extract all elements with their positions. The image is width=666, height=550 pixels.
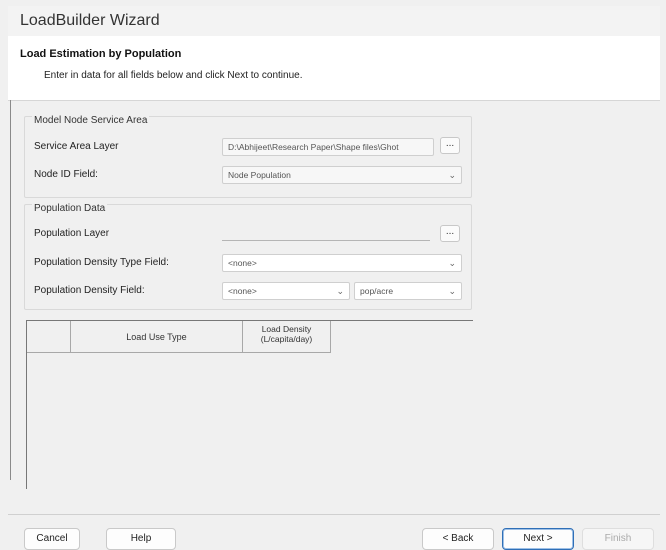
density-type-value: <none> [228, 258, 257, 268]
chevron-down-icon: ⌄ [448, 258, 456, 268]
node-id-field-value: Node Population [228, 170, 291, 180]
left-border [10, 100, 11, 480]
density-unit-value: pop/acre [360, 286, 394, 296]
density-unit-select[interactable]: pop/acre ⌄ [354, 282, 462, 300]
step-title: Load Estimation by Population [20, 48, 182, 60]
density-field-label: Population Density Field: [34, 285, 145, 296]
service-area-group [24, 116, 472, 198]
density-field-value: <none> [228, 286, 257, 296]
node-id-field-select[interactable]: Node Population ⌄ [222, 166, 462, 184]
density-type-label: Population Density Type Field: [34, 257, 169, 268]
chevron-down-icon: ⌄ [336, 286, 344, 296]
load-use-type-header[interactable]: Load Use Type [71, 321, 243, 353]
cancel-button[interactable]: Cancel [24, 528, 80, 550]
service-area-layer-field[interactable]: D:\Abhijeet\Research Paper\Shape files\G… [222, 138, 434, 156]
population-layer-browse-button[interactable]: ... [440, 225, 460, 242]
finish-button[interactable]: Finish [582, 528, 654, 550]
population-layer-label: Population Layer [34, 228, 110, 239]
load-density-header[interactable]: Load Density (L/capita/day) [243, 321, 331, 353]
load-density-header-line2: (L/capita/day) [260, 334, 313, 344]
window-title: LoadBuilder Wizard [20, 12, 160, 29]
next-button[interactable]: Next > [502, 528, 574, 550]
footer-divider [8, 514, 660, 515]
service-area-legend: Model Node Service Area [32, 115, 150, 126]
population-data-legend: Population Data [32, 203, 108, 214]
load-use-grid[interactable]: Load Use Type Load Density (L/capita/day… [26, 320, 473, 489]
wizard-window: LoadBuilder Wizard Load Estimation by Po… [8, 6, 660, 550]
back-button[interactable]: < Back [422, 528, 494, 550]
density-type-select[interactable]: <none> ⌄ [222, 254, 462, 272]
service-area-layer-label: Service Area Layer [34, 141, 119, 152]
row-header-column [27, 321, 71, 353]
node-id-field-label: Node ID Field: [34, 169, 98, 180]
help-button[interactable]: Help [106, 528, 176, 550]
population-layer-field[interactable] [222, 240, 430, 241]
service-area-browse-button[interactable]: ... [440, 137, 460, 154]
chevron-down-icon: ⌄ [448, 286, 456, 296]
density-field-select[interactable]: <none> ⌄ [222, 282, 350, 300]
step-description: Enter in data for all fields below and c… [44, 70, 303, 81]
chevron-down-icon: ⌄ [448, 170, 456, 180]
title-bar: LoadBuilder Wizard [8, 6, 660, 36]
load-density-header-line1: Load Density [261, 324, 312, 334]
wizard-header: Load Estimation by Population Enter in d… [8, 36, 660, 101]
